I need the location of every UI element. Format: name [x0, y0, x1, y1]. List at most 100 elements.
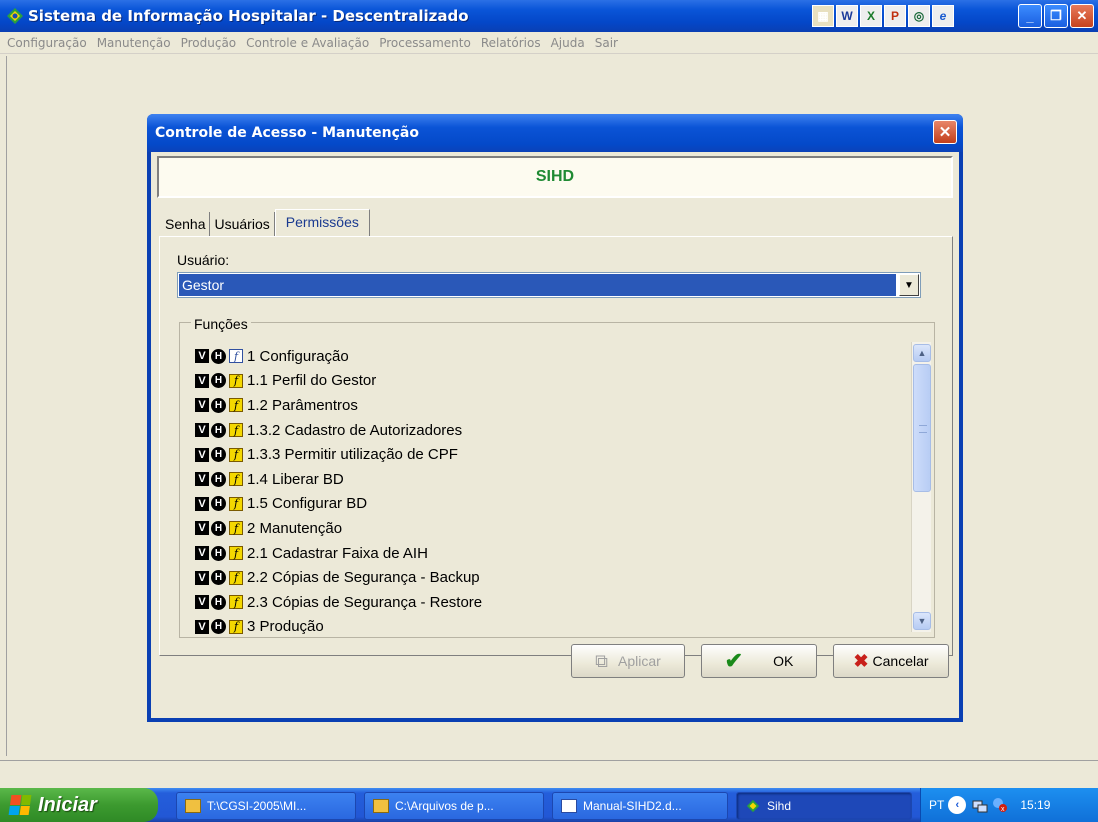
function-icon[interactable]: f: [229, 595, 243, 610]
minimize-button[interactable]: _: [1018, 4, 1042, 28]
funcao-item[interactable]: VHf 3 Produção: [195, 615, 905, 640]
view-permission-icon[interactable]: V: [195, 521, 209, 536]
enable-permission-icon[interactable]: H: [211, 422, 226, 438]
funcao-item[interactable]: V Hf 1.3.3 Permitir utilização de CPF: [195, 442, 905, 467]
menu-controle-avaliacao[interactable]: Controle e Avaliação: [241, 36, 374, 50]
view-permission-icon[interactable]: V: [195, 546, 209, 561]
enable-permission-icon[interactable]: H: [211, 373, 226, 389]
enable-permission-icon[interactable]: H: [211, 619, 226, 635]
excel-icon[interactable]: X: [860, 5, 882, 27]
enable-permission-icon[interactable]: H: [211, 397, 226, 413]
funcao-item[interactable]: V Hf 2.3 Cópias de Segurança - Restore: [195, 590, 905, 615]
ok-label: OK: [773, 653, 794, 669]
tab-usuarios[interactable]: Usuários: [210, 212, 275, 236]
view-permission-icon[interactable]: V: [195, 595, 209, 610]
funcao-item[interactable]: V Hf 2.1 Cadastrar Faixa de AIH: [195, 541, 905, 566]
security-alert-icon[interactable]: x: [992, 797, 1008, 813]
menu-producao[interactable]: Produção: [176, 36, 242, 50]
language-indicator[interactable]: PT: [929, 798, 944, 812]
folder-icon: [185, 799, 201, 813]
view-permission-icon[interactable]: V: [195, 570, 209, 585]
folder-icon: [373, 799, 389, 813]
aplicar-button[interactable]: ⧉ Aplicar: [571, 644, 685, 678]
outlook-icon[interactable]: ◎: [908, 5, 930, 27]
tab-senha[interactable]: Senha: [161, 212, 211, 236]
enable-permission-icon[interactable]: H: [211, 545, 226, 561]
tray-expand-icon[interactable]: ‹: [948, 796, 967, 814]
usuario-select[interactable]: Gestor ▼: [177, 272, 921, 298]
funcao-item[interactable]: V Hf 1.5 Configurar BD: [195, 492, 905, 517]
network-icon[interactable]: [972, 797, 988, 813]
enable-permission-icon[interactable]: H: [211, 520, 226, 536]
window-controls: _ ❐ ✕: [1018, 4, 1094, 28]
funcao-item[interactable]: VHf 1 Configuração: [195, 344, 905, 369]
task-label: T:\CGSI-2005\MI...: [207, 799, 307, 813]
view-permission-icon[interactable]: V: [195, 496, 209, 511]
scroll-down-icon[interactable]: ▼: [913, 612, 931, 630]
function-icon[interactable]: f: [229, 373, 243, 388]
function-icon[interactable]: f: [229, 570, 243, 585]
menu-manutencao[interactable]: Manutenção: [92, 36, 176, 50]
cancelar-button[interactable]: ✖ Cancelar: [833, 644, 949, 678]
view-permission-icon[interactable]: V: [195, 472, 209, 487]
funcao-item[interactable]: V Hf 2.2 Cópias de Segurança - Backup: [195, 565, 905, 590]
enable-permission-icon[interactable]: H: [211, 570, 226, 586]
restore-button[interactable]: ❐: [1044, 4, 1068, 28]
funcao-item[interactable]: V Hf 1.2 Parâmentros: [195, 393, 905, 418]
funcao-label: 2.1 Cadastrar Faixa de AIH: [247, 544, 428, 562]
dropdown-arrow-icon[interactable]: ▼: [899, 274, 919, 296]
function-icon[interactable]: f: [229, 447, 243, 462]
enable-permission-icon[interactable]: H: [211, 447, 226, 463]
function-icon[interactable]: f: [229, 349, 243, 364]
view-permission-icon[interactable]: V: [195, 398, 209, 413]
usuario-label: Usuário:: [177, 252, 230, 268]
function-icon[interactable]: f: [229, 496, 243, 511]
funcao-item[interactable]: V Hf 1.1 Perfil do Gestor: [195, 369, 905, 394]
task-manual-word[interactable]: Manual-SIHD2.d...: [552, 792, 728, 820]
function-icon[interactable]: f: [229, 398, 243, 413]
function-icon[interactable]: f: [229, 546, 243, 561]
menu-sair[interactable]: Sair: [590, 36, 623, 50]
taskbar: Iniciar T:\CGSI-2005\MI... C:\Arquivos d…: [0, 788, 1098, 822]
task-arquivos-folder[interactable]: C:\Arquivos de p...: [364, 792, 544, 820]
grid-icon[interactable]: ▦: [812, 5, 834, 27]
funcao-item[interactable]: VHf 2 Manutenção: [195, 516, 905, 541]
enable-permission-icon[interactable]: H: [211, 496, 226, 512]
enable-permission-icon[interactable]: H: [211, 348, 226, 364]
view-permission-icon[interactable]: V: [195, 447, 209, 462]
funcao-label: 1.3.2 Cadastro de Autorizadores: [247, 421, 463, 439]
function-icon[interactable]: f: [229, 472, 243, 487]
funcao-item[interactable]: V Hf 1.4 Liberar BD: [195, 467, 905, 492]
menu-ajuda[interactable]: Ajuda: [546, 36, 590, 50]
task-sihd[interactable]: Sihd: [736, 792, 912, 820]
menu-processamento[interactable]: Processamento: [374, 36, 476, 50]
scroll-thumb[interactable]: [913, 364, 931, 492]
close-window-button[interactable]: ✕: [1070, 4, 1094, 28]
check-icon: ✔: [724, 648, 744, 673]
dialog-close-button[interactable]: ✕: [933, 120, 957, 144]
task-cgsi-folder[interactable]: T:\CGSI-2005\MI...: [176, 792, 356, 820]
enable-permission-icon[interactable]: H: [211, 471, 226, 487]
view-permission-icon[interactable]: V: [195, 373, 209, 388]
function-icon[interactable]: f: [229, 619, 243, 634]
view-permission-icon[interactable]: V: [195, 423, 209, 438]
dialog-titlebar[interactable]: Controle de Acesso - Manutenção: [147, 114, 963, 152]
menu-configuracao[interactable]: Configuração: [2, 36, 92, 50]
ie-icon[interactable]: e: [932, 5, 954, 27]
word-icon[interactable]: W: [836, 5, 858, 27]
menu-relatorios[interactable]: Relatórios: [476, 36, 546, 50]
start-button[interactable]: Iniciar: [0, 788, 158, 822]
scroll-up-icon[interactable]: ▲: [913, 344, 931, 362]
funcao-label: 1.2 Parâmentros: [247, 396, 358, 414]
function-icon[interactable]: f: [229, 521, 243, 536]
view-permission-icon[interactable]: V: [195, 619, 209, 634]
tab-permissoes[interactable]: Permissões: [274, 209, 370, 237]
powerpoint-icon[interactable]: P: [884, 5, 906, 27]
funcao-item[interactable]: V Hf 1.3.2 Cadastro de Autorizadores: [195, 418, 905, 443]
enable-permission-icon[interactable]: H: [211, 594, 226, 610]
funcoes-list: VHf1 Configuração V Hf 1.1 Perfil do Gestor…: [195, 344, 905, 639]
funcoes-scrollbar[interactable]: ▲ ▼: [911, 342, 931, 632]
view-permission-icon[interactable]: V: [195, 349, 209, 364]
function-icon[interactable]: f: [229, 423, 243, 438]
ok-button[interactable]: ✔ OK: [701, 644, 817, 678]
